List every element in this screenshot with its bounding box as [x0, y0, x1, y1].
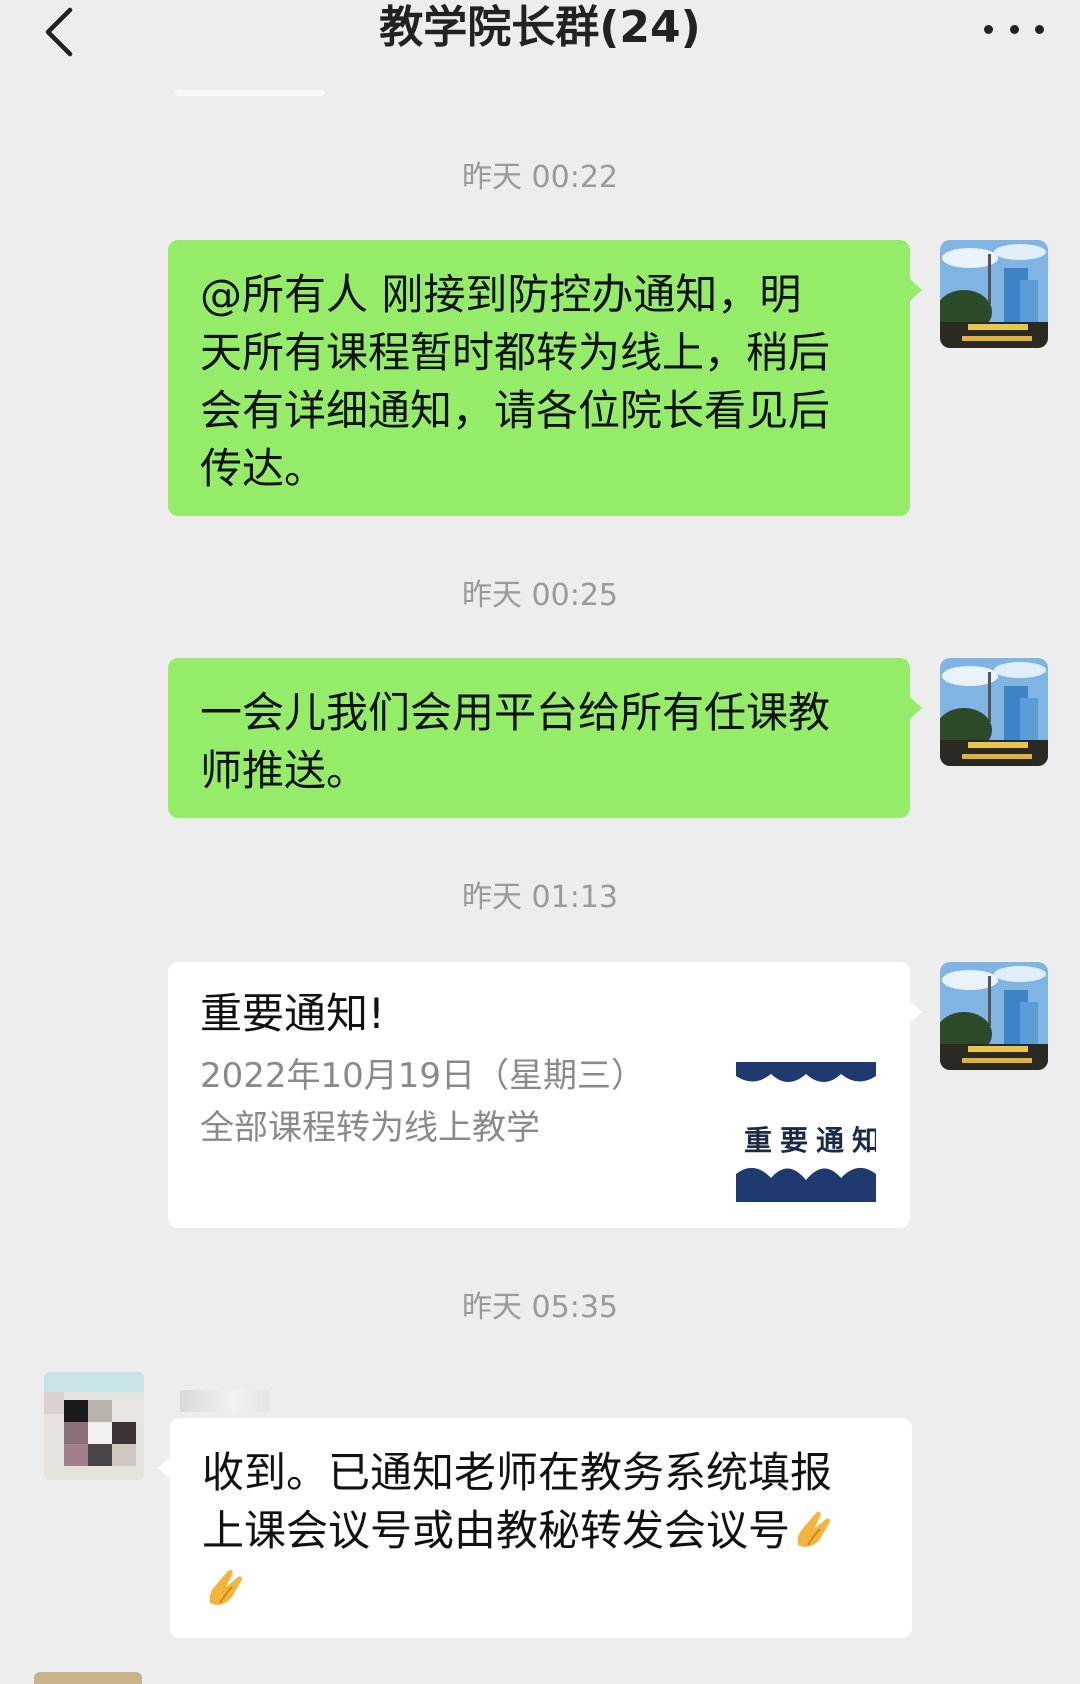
- scroll-indicator: [175, 90, 325, 96]
- message-bubble[interactable]: 收到。已通知老师在教务系统填报 上课会议号或由教秘转发会议号: [158, 1418, 912, 1638]
- card-thumbnail: 重要通知: [736, 1062, 876, 1202]
- thumbnail-text: 重要通知: [744, 1124, 876, 1157]
- message-line: @所有人 刚接到防控办通知，明: [200, 270, 802, 319]
- chat-screen: 教学院长群(24) 昨天 00:22 @所有人 刚接到防控办通知，明 天所有课程…: [0, 0, 1080, 1684]
- avatar[interactable]: [940, 658, 1048, 766]
- timestamp: 昨天 05:35: [462, 1290, 618, 1325]
- message-line: 一会儿我们会用平台给所有任课教: [200, 688, 831, 737]
- message-line: 传达。: [200, 444, 327, 493]
- city-avatar-icon: [940, 658, 1048, 766]
- message-line: 会有详细通知，请各位院长看见后: [200, 386, 831, 435]
- message-bubble[interactable]: 一会儿我们会用平台给所有任课教 师推送。: [168, 658, 922, 818]
- more-button[interactable]: [984, 14, 1044, 44]
- sender-name-blurred: [180, 1390, 270, 1412]
- city-avatar-icon: [940, 962, 1048, 1070]
- more-dots-icon: [984, 24, 993, 34]
- chat-title: 教学院长群(24): [379, 2, 701, 53]
- timestamp: 昨天 01:13: [462, 880, 618, 915]
- message-line: 收到。已通知老师在教务系统填报: [202, 1448, 833, 1497]
- city-avatar-icon: [940, 240, 1048, 348]
- avatar[interactable]: [940, 240, 1048, 348]
- avatar[interactable]: [44, 1372, 144, 1480]
- message-line: 师推送。: [200, 746, 369, 795]
- message-line: 上课会议号或由教秘转发会议号: [202, 1506, 791, 1555]
- praying-hands-icon: [209, 1569, 242, 1605]
- timestamp: 昨天 00:22: [462, 160, 618, 195]
- pixelated-avatar-icon: [44, 1372, 144, 1480]
- link-card[interactable]: 重要通知! 2022年10月19日（星期三） 全部课程转为线上教学 重要通知: [168, 962, 922, 1228]
- top-bar: 教学院长群(24): [0, 0, 1080, 90]
- praying-hands-icon: [797, 1511, 831, 1547]
- avatar[interactable]: [940, 962, 1048, 1070]
- message-line: 天所有课程暂时都转为线上，稍后: [200, 328, 831, 377]
- partial-avatar: [34, 1672, 142, 1684]
- card-title: 重要通知!: [200, 989, 385, 1038]
- timestamp: 昨天 00:25: [462, 578, 618, 613]
- message-bubble[interactable]: @所有人 刚接到防控办通知，明 天所有课程暂时都转为线上，稍后 会有详细通知，请…: [168, 240, 922, 516]
